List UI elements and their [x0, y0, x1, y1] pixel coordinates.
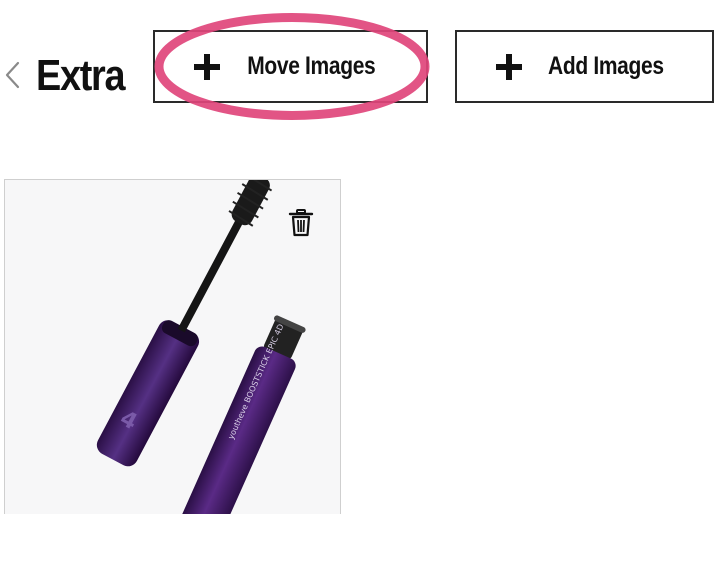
- plus-icon: [495, 53, 522, 80]
- page-title: Extra: [36, 51, 126, 100]
- move-images-button[interactable]: Move Images: [153, 30, 428, 103]
- add-images-label: Add Images: [547, 52, 664, 80]
- chevron-left-icon[interactable]: [2, 60, 24, 90]
- extra-images-page: Extra Move Images Add Images 4 youtheve …: [0, 0, 724, 564]
- image-card[interactable]: 4 youtheve BOOSTSTICK EPIC 4D: [4, 179, 341, 519]
- move-images-label: Move Images: [247, 52, 376, 80]
- trash-icon[interactable]: [288, 209, 314, 237]
- plus-icon: [194, 53, 221, 80]
- page-bottom-cutoff: [0, 514, 724, 564]
- add-images-button[interactable]: Add Images: [455, 30, 714, 103]
